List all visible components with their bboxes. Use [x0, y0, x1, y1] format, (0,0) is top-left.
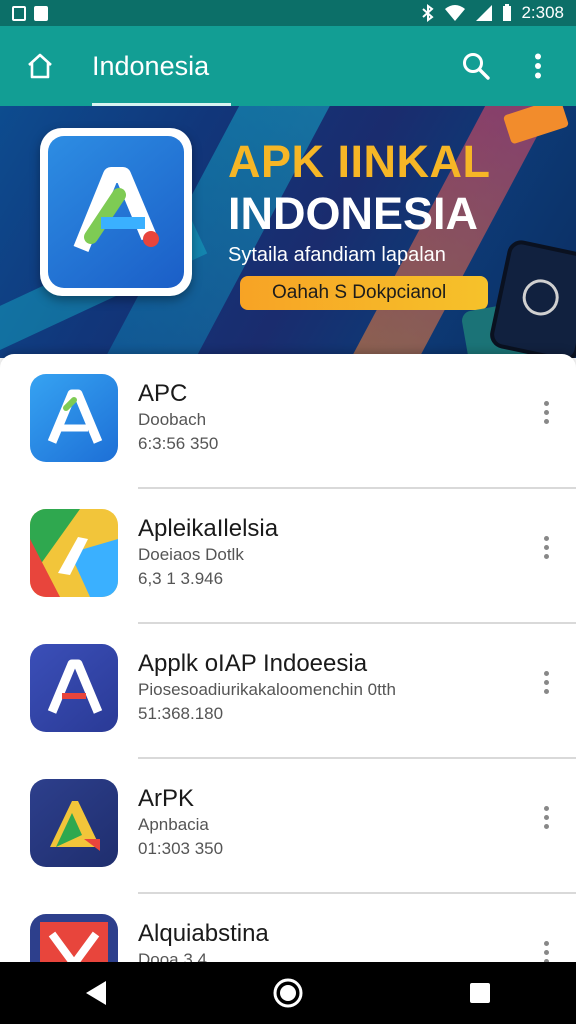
app-icon: [30, 374, 118, 462]
apk-logo-icon: [47, 389, 103, 444]
phone-illustration: [487, 237, 576, 358]
app-meta: 6:3:56 350: [138, 434, 219, 453]
system-nav-bar: [0, 962, 576, 1024]
app-icon: [30, 644, 118, 732]
app-name: ArPK: [138, 785, 195, 812]
signal-icon: [476, 5, 493, 21]
banner-app-logo: [40, 128, 192, 296]
app-meta: 6,3 1 3.946: [138, 569, 224, 588]
app-icon: [30, 779, 118, 867]
app-meta: 01:303 350: [138, 839, 224, 858]
search-button[interactable]: [456, 46, 496, 86]
list-item[interactable]: ArPK Apnbacia 01:303 350: [0, 759, 576, 894]
recents-icon: [470, 983, 490, 1003]
apk-logo-icon: [47, 659, 103, 714]
nav-recents-button[interactable]: [450, 968, 510, 1018]
dial-icon: [519, 276, 563, 319]
notification-icon: [12, 5, 26, 21]
app-developer: Piosesoadiurikakaloomenchin 0tth: [138, 680, 396, 699]
battery-icon: [503, 4, 512, 21]
banner-cta-button[interactable]: Oahah S Dokpcianol: [240, 276, 488, 310]
list-item[interactable]: Alquiabstina Dooa 3 4: [0, 894, 576, 964]
app-bar: Indonesia: [0, 26, 576, 106]
item-menu-button[interactable]: [534, 662, 558, 702]
home-circle-icon: [273, 978, 303, 1008]
app-name: Alquiabstina: [138, 920, 269, 947]
apk-logo-icon: [73, 167, 159, 253]
message-icon: [34, 5, 48, 21]
item-menu-button[interactable]: [534, 527, 558, 567]
item-menu-button[interactable]: [534, 392, 558, 432]
more-vert-icon: [535, 53, 541, 79]
app-developer: Apnbacia: [138, 815, 209, 834]
page-title[interactable]: Indonesia: [92, 26, 232, 106]
red-logo-icon: [40, 922, 108, 964]
nav-back-button[interactable]: [66, 968, 126, 1018]
app-list: APC Doobach 6:3:56 350 ApleikaIlelsia Do…: [0, 354, 576, 964]
colorful-logo-icon: [30, 509, 118, 597]
banner-title-line2: INDONESIA: [228, 188, 479, 239]
overflow-menu-button[interactable]: [518, 46, 558, 86]
item-menu-button[interactable]: [534, 797, 558, 837]
app-icon: [30, 914, 118, 964]
banner-decoration: [502, 106, 570, 145]
app-developer: Doobach: [138, 410, 207, 429]
list-item[interactable]: Applk oIAP Indoeesia Piosesoadiurikakalo…: [0, 624, 576, 759]
promo-banner[interactable]: APK IINKAL INDONESIA Sytaila afandiam la…: [0, 106, 576, 358]
status-time: 2:308: [521, 3, 564, 22]
app-meta: 51:368.180: [138, 704, 224, 723]
wifi-icon: [445, 5, 466, 21]
home-icon: [28, 53, 52, 79]
nav-home-button[interactable]: [258, 968, 318, 1018]
list-item[interactable]: APC Doobach 6:3:56 350: [0, 354, 576, 489]
item-menu-button[interactable]: [534, 932, 558, 964]
banner-title-line1: APK IINKAL: [228, 136, 491, 187]
app-developer: Doeiaos Dotlk: [138, 545, 244, 564]
app-name: Applk oIAP Indoeesia: [138, 650, 368, 677]
search-icon: [463, 53, 490, 80]
home-button[interactable]: [20, 46, 60, 86]
app-icon: [30, 509, 118, 597]
bluetooth-icon: [422, 4, 435, 22]
status-bar: 2:308: [0, 0, 576, 26]
app-name: APC: [138, 380, 188, 407]
banner-subtitle: Sytaila afandiam lapalan: [228, 244, 446, 266]
back-icon: [86, 981, 106, 1005]
list-item[interactable]: ApleikaIlelsia Doeiaos Dotlk 6,3 1 3.946: [0, 489, 576, 624]
app-name: ApleikaIlelsia: [138, 515, 279, 542]
apk-logo-icon: [50, 801, 100, 851]
